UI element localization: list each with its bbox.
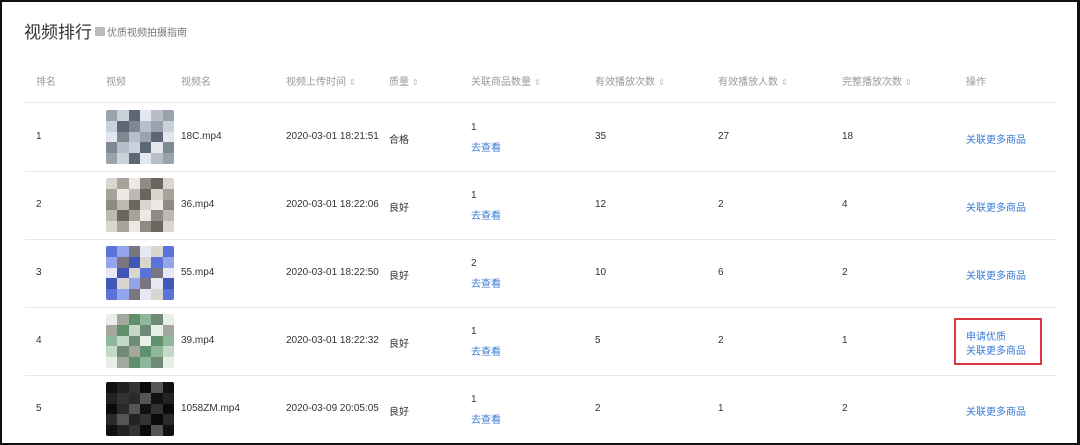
column-header-label: 视频名 <box>181 77 211 88</box>
column-header-label: 关联商品数量 <box>471 77 531 88</box>
sort-icon[interactable]: ⇕ <box>658 78 665 87</box>
column-header[interactable]: 视频上传时间 ⇕ <box>286 73 356 88</box>
view-products-link[interactable]: 去查看 <box>471 275 501 290</box>
sort-icon[interactable]: ⇕ <box>349 78 356 87</box>
column-header-label: 排名 <box>36 77 56 88</box>
column-header-label: 操作 <box>966 77 986 88</box>
valid-viewers-cell: 2 <box>718 335 724 346</box>
valid-plays-cell: 10 <box>595 267 607 278</box>
view-products-link[interactable]: 去查看 <box>471 343 501 358</box>
upload-time-cell: 2020-03-01 18:22:06 <box>286 199 379 210</box>
quality-cell: 良好 <box>389 203 409 214</box>
video-thumbnail[interactable] <box>106 382 174 436</box>
rank-cell: 3 <box>36 267 42 278</box>
row-divider <box>25 307 1056 308</box>
upload-time-cell: 2020-03-01 18:22:32 <box>286 335 379 346</box>
sort-icon[interactable]: ⇕ <box>905 78 912 87</box>
complete-plays-cell: 18 <box>842 131 854 142</box>
video-thumbnail[interactable] <box>106 178 174 232</box>
highlight-box <box>954 318 1042 365</box>
video-thumbnail[interactable] <box>106 314 174 368</box>
link-more-products-link[interactable]: 关联更多商品 <box>966 199 1026 214</box>
view-products-link[interactable]: 去查看 <box>471 411 501 426</box>
valid-viewers-cell: 1 <box>718 403 724 414</box>
valid-viewers-cell: 27 <box>718 131 730 142</box>
row-divider <box>25 375 1056 376</box>
video-name-cell: 1058ZM.mp4 <box>181 403 240 414</box>
link-more-products-link[interactable]: 关联更多商品 <box>966 403 1026 418</box>
image-icon <box>95 27 105 36</box>
complete-plays-cell: 2 <box>842 403 848 414</box>
valid-plays-cell: 12 <box>595 199 607 210</box>
video-name-cell: 55.mp4 <box>181 267 215 278</box>
video-name-cell: 36.mp4 <box>181 199 215 210</box>
rank-cell: 2 <box>36 199 42 210</box>
upload-time-cell: 2020-03-09 20:05:05 <box>286 403 379 414</box>
row-divider <box>25 239 1056 240</box>
sort-icon[interactable]: ⇕ <box>412 78 419 87</box>
page-title: 视频排行 <box>24 23 92 42</box>
guide-link[interactable]: 优质视频拍摄指南 <box>95 24 187 39</box>
valid-plays-cell: 2 <box>595 403 601 414</box>
column-header-label: 质量 <box>389 77 409 88</box>
column-header[interactable]: 关联商品数量 ⇕ <box>471 73 541 88</box>
video-name-cell: 18C.mp4 <box>181 131 222 142</box>
product-count-cell: 1 <box>471 326 477 337</box>
column-header[interactable]: 有效播放次数 ⇕ <box>595 73 665 88</box>
quality-cell: 良好 <box>389 339 409 350</box>
row-divider <box>25 171 1056 172</box>
sort-icon[interactable]: ⇕ <box>534 78 541 87</box>
product-count-cell: 1 <box>471 394 477 405</box>
upload-time-cell: 2020-03-01 18:22:50 <box>286 267 379 278</box>
column-header-label: 有效播放次数 <box>595 77 655 88</box>
guide-link-label: 优质视频拍摄指南 <box>107 28 187 39</box>
header-divider <box>25 102 1056 103</box>
link-more-products-link[interactable]: 关联更多商品 <box>966 131 1026 146</box>
quality-cell: 良好 <box>389 271 409 282</box>
view-products-link[interactable]: 去查看 <box>471 207 501 222</box>
link-more-products-link[interactable]: 关联更多商品 <box>966 267 1026 282</box>
column-header: 视频名 <box>181 73 211 88</box>
complete-plays-cell: 1 <box>842 335 848 346</box>
quality-cell: 合格 <box>389 135 409 146</box>
product-count-cell: 2 <box>471 258 477 269</box>
column-header[interactable]: 有效播放人数 ⇕ <box>718 73 788 88</box>
valid-plays-cell: 35 <box>595 131 607 142</box>
rank-cell: 1 <box>36 131 42 142</box>
column-header-label: 有效播放人数 <box>718 77 778 88</box>
quality-cell: 良好 <box>389 407 409 418</box>
valid-viewers-cell: 6 <box>718 267 724 278</box>
column-header-label: 视频上传时间 <box>286 77 346 88</box>
column-header: 视频 <box>106 73 126 88</box>
column-header-label: 完整播放次数 <box>842 77 902 88</box>
sort-icon[interactable]: ⇕ <box>781 78 788 87</box>
video-thumbnail[interactable] <box>106 246 174 300</box>
column-header-label: 视频 <box>106 77 126 88</box>
video-thumbnail[interactable] <box>106 110 174 164</box>
column-header[interactable]: 质量 ⇕ <box>389 73 419 88</box>
complete-plays-cell: 4 <box>842 199 848 210</box>
complete-plays-cell: 2 <box>842 267 848 278</box>
valid-plays-cell: 5 <box>595 335 601 346</box>
column-header: 操作 <box>966 73 986 88</box>
column-header: 排名 <box>36 73 56 88</box>
view-products-link[interactable]: 去查看 <box>471 139 501 154</box>
rank-cell: 5 <box>36 403 42 414</box>
upload-time-cell: 2020-03-01 18:21:51 <box>286 131 379 142</box>
valid-viewers-cell: 2 <box>718 199 724 210</box>
column-header[interactable]: 完整播放次数 ⇕ <box>842 73 912 88</box>
rank-cell: 4 <box>36 335 42 346</box>
product-count-cell: 1 <box>471 122 477 133</box>
video-name-cell: 39.mp4 <box>181 335 215 346</box>
product-count-cell: 1 <box>471 190 477 201</box>
